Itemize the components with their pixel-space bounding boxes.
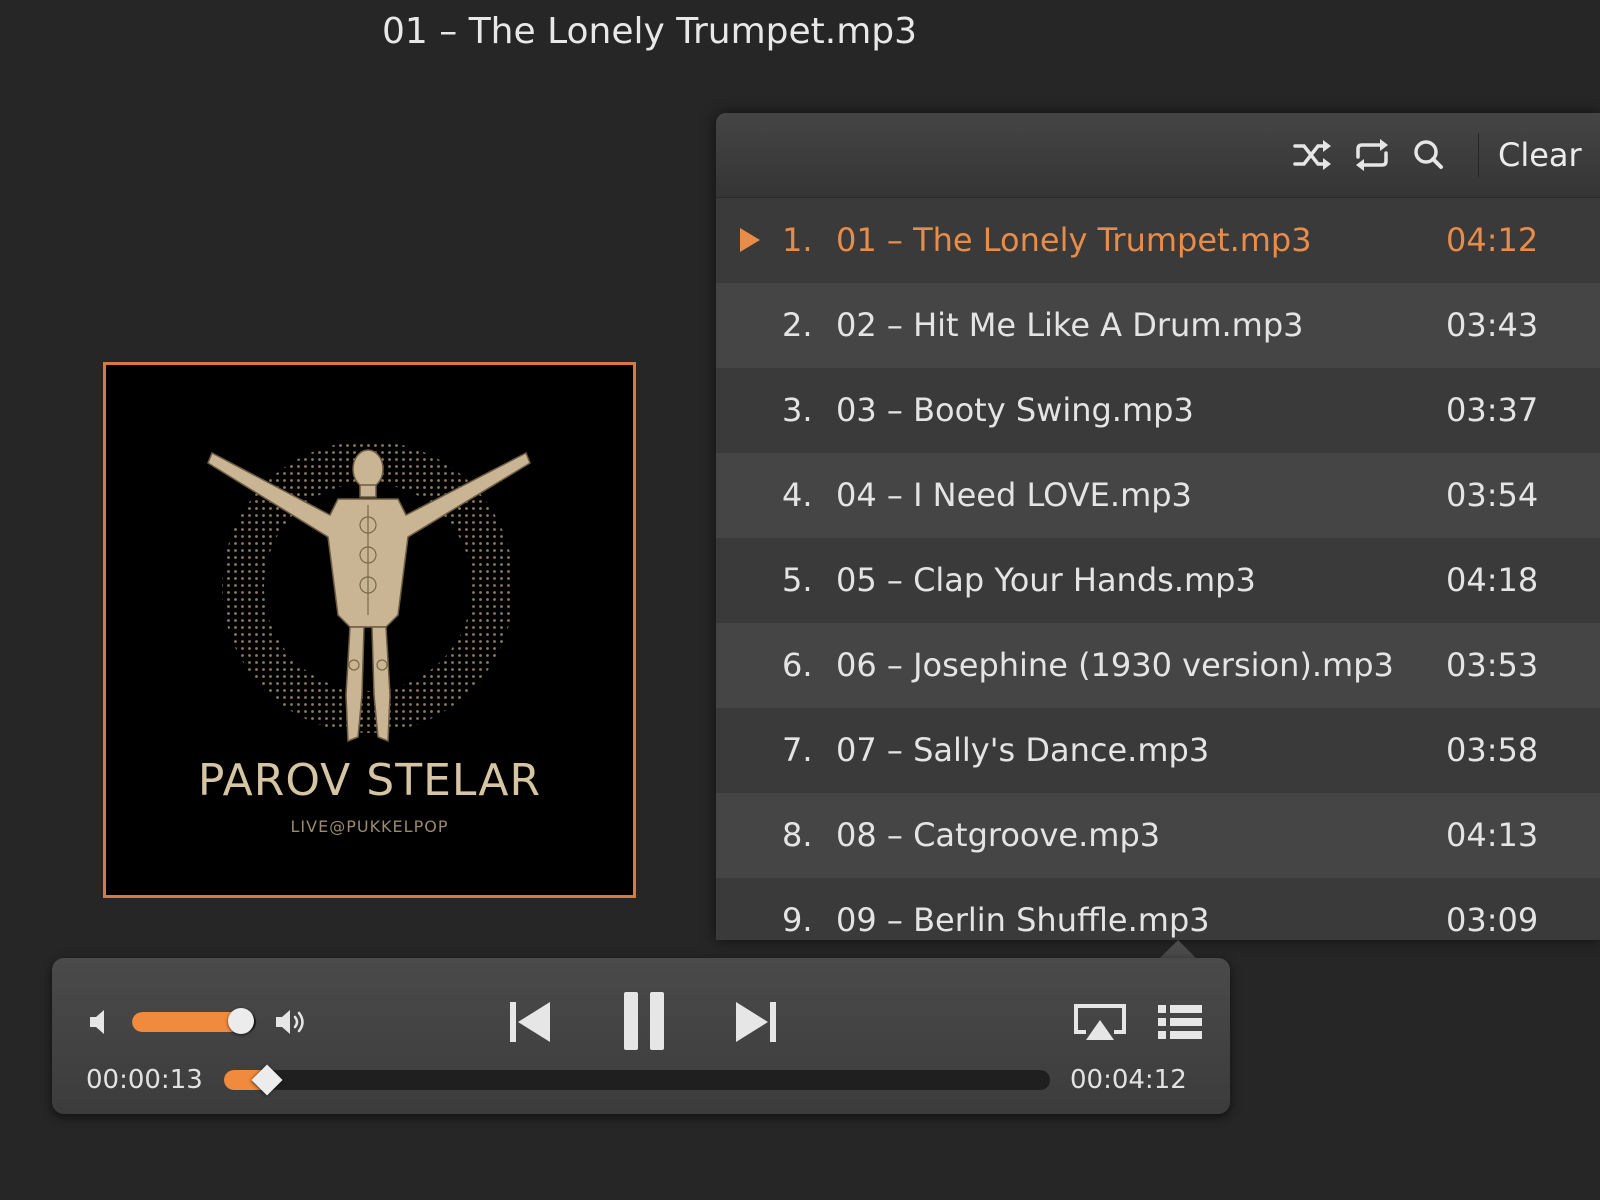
album-art: PAROV STELAR LIVE@PUKKELPOP bbox=[103, 362, 636, 898]
total-time: 00:04:12 bbox=[1070, 1065, 1187, 1095]
control-bar: 00:00:13 00:04:12 bbox=[52, 958, 1230, 1114]
track-number: 1. bbox=[782, 221, 813, 259]
track-number: 3. bbox=[782, 391, 813, 429]
track-name: 04 – I Need LOVE.mp3 bbox=[836, 476, 1192, 514]
track-row[interactable]: 8. 08 – Catgroove.mp3 04:13 bbox=[716, 793, 1600, 878]
toolbar-divider bbox=[1478, 133, 1479, 177]
track-list: 1. 01 – The Lonely Trumpet.mp3 04:12 2. … bbox=[716, 198, 1600, 940]
track-row[interactable]: 5. 05 – Clap Your Hands.mp3 04:18 bbox=[716, 538, 1600, 623]
clear-button[interactable]: Clear bbox=[1490, 133, 1590, 177]
search-icon[interactable] bbox=[1410, 137, 1450, 173]
track-duration: 03:43 bbox=[1446, 306, 1539, 344]
track-row[interactable]: 3. 03 – Booty Swing.mp3 03:37 bbox=[716, 368, 1600, 453]
track-number: 7. bbox=[782, 731, 813, 769]
pause-icon[interactable] bbox=[620, 990, 668, 1056]
track-name: 06 – Josephine (1930 version).mp3 bbox=[836, 646, 1394, 684]
track-name: 08 – Catgroove.mp3 bbox=[836, 816, 1161, 854]
track-number: 9. bbox=[782, 901, 813, 939]
track-duration: 03:53 bbox=[1446, 646, 1539, 684]
track-row[interactable]: 1. 01 – The Lonely Trumpet.mp3 04:12 bbox=[716, 198, 1600, 283]
playlist-toggle-icon[interactable] bbox=[1156, 1002, 1204, 1046]
playlist-toolbar: Clear bbox=[716, 113, 1600, 198]
track-duration: 03:37 bbox=[1446, 391, 1539, 429]
repeat-icon[interactable] bbox=[1352, 137, 1392, 173]
track-name: 07 – Sally's Dance.mp3 bbox=[836, 731, 1210, 769]
playlist-pointer bbox=[1158, 940, 1198, 960]
track-duration: 03:54 bbox=[1446, 476, 1539, 514]
track-duration: 04:13 bbox=[1446, 816, 1539, 854]
track-name: 09 – Berlin Shuffle.mp3 bbox=[836, 901, 1210, 939]
track-number: 4. bbox=[782, 476, 813, 514]
track-name: 02 – Hit Me Like A Drum.mp3 bbox=[836, 306, 1304, 344]
previous-track-icon[interactable] bbox=[508, 998, 554, 1050]
album-art-artist: PAROV STELAR bbox=[197, 755, 542, 806]
volume-knob[interactable] bbox=[228, 1008, 255, 1034]
track-row[interactable]: 6. 06 – Josephine (1930 version).mp3 03:… bbox=[716, 623, 1600, 708]
track-duration: 03:58 bbox=[1446, 731, 1539, 769]
track-number: 8. bbox=[782, 816, 813, 854]
track-row[interactable]: 9. 09 – Berlin Shuffle.mp3 03:09 bbox=[716, 878, 1600, 940]
track-name: 01 – The Lonely Trumpet.mp3 bbox=[836, 221, 1312, 259]
next-track-icon[interactable] bbox=[732, 998, 778, 1050]
track-number: 6. bbox=[782, 646, 813, 684]
shuffle-icon[interactable] bbox=[1292, 137, 1332, 173]
album-art-figure bbox=[207, 441, 531, 743]
track-duration: 03:09 bbox=[1446, 901, 1539, 939]
track-row[interactable]: 4. 04 – I Need LOVE.mp3 03:54 bbox=[716, 453, 1600, 538]
track-number: 2. bbox=[782, 306, 813, 344]
track-row[interactable]: 2. 02 – Hit Me Like A Drum.mp3 03:43 bbox=[716, 283, 1600, 368]
track-duration: 04:12 bbox=[1446, 221, 1539, 259]
playlist-panel: Clear 1. 01 – The Lonely Trumpet.mp3 04:… bbox=[716, 113, 1600, 940]
volume-level bbox=[132, 1012, 242, 1032]
volume-down-icon[interactable] bbox=[88, 1008, 114, 1040]
track-number: 5. bbox=[782, 561, 813, 599]
track-name: 03 – Booty Swing.mp3 bbox=[836, 391, 1194, 429]
seek-bar[interactable] bbox=[224, 1070, 1050, 1090]
track-duration: 04:18 bbox=[1446, 561, 1539, 599]
elapsed-time: 00:00:13 bbox=[86, 1065, 203, 1095]
track-row[interactable]: 7. 07 – Sally's Dance.mp3 03:58 bbox=[716, 708, 1600, 793]
track-title: 01 – The Lonely Trumpet.mp3 bbox=[382, 11, 918, 52]
now-playing-icon bbox=[740, 228, 760, 252]
album-art-subtitle: LIVE@PUKKELPOP bbox=[290, 817, 449, 836]
volume-up-icon[interactable] bbox=[274, 1006, 310, 1042]
airplay-icon[interactable] bbox=[1072, 1002, 1128, 1048]
track-name: 05 – Clap Your Hands.mp3 bbox=[836, 561, 1256, 599]
